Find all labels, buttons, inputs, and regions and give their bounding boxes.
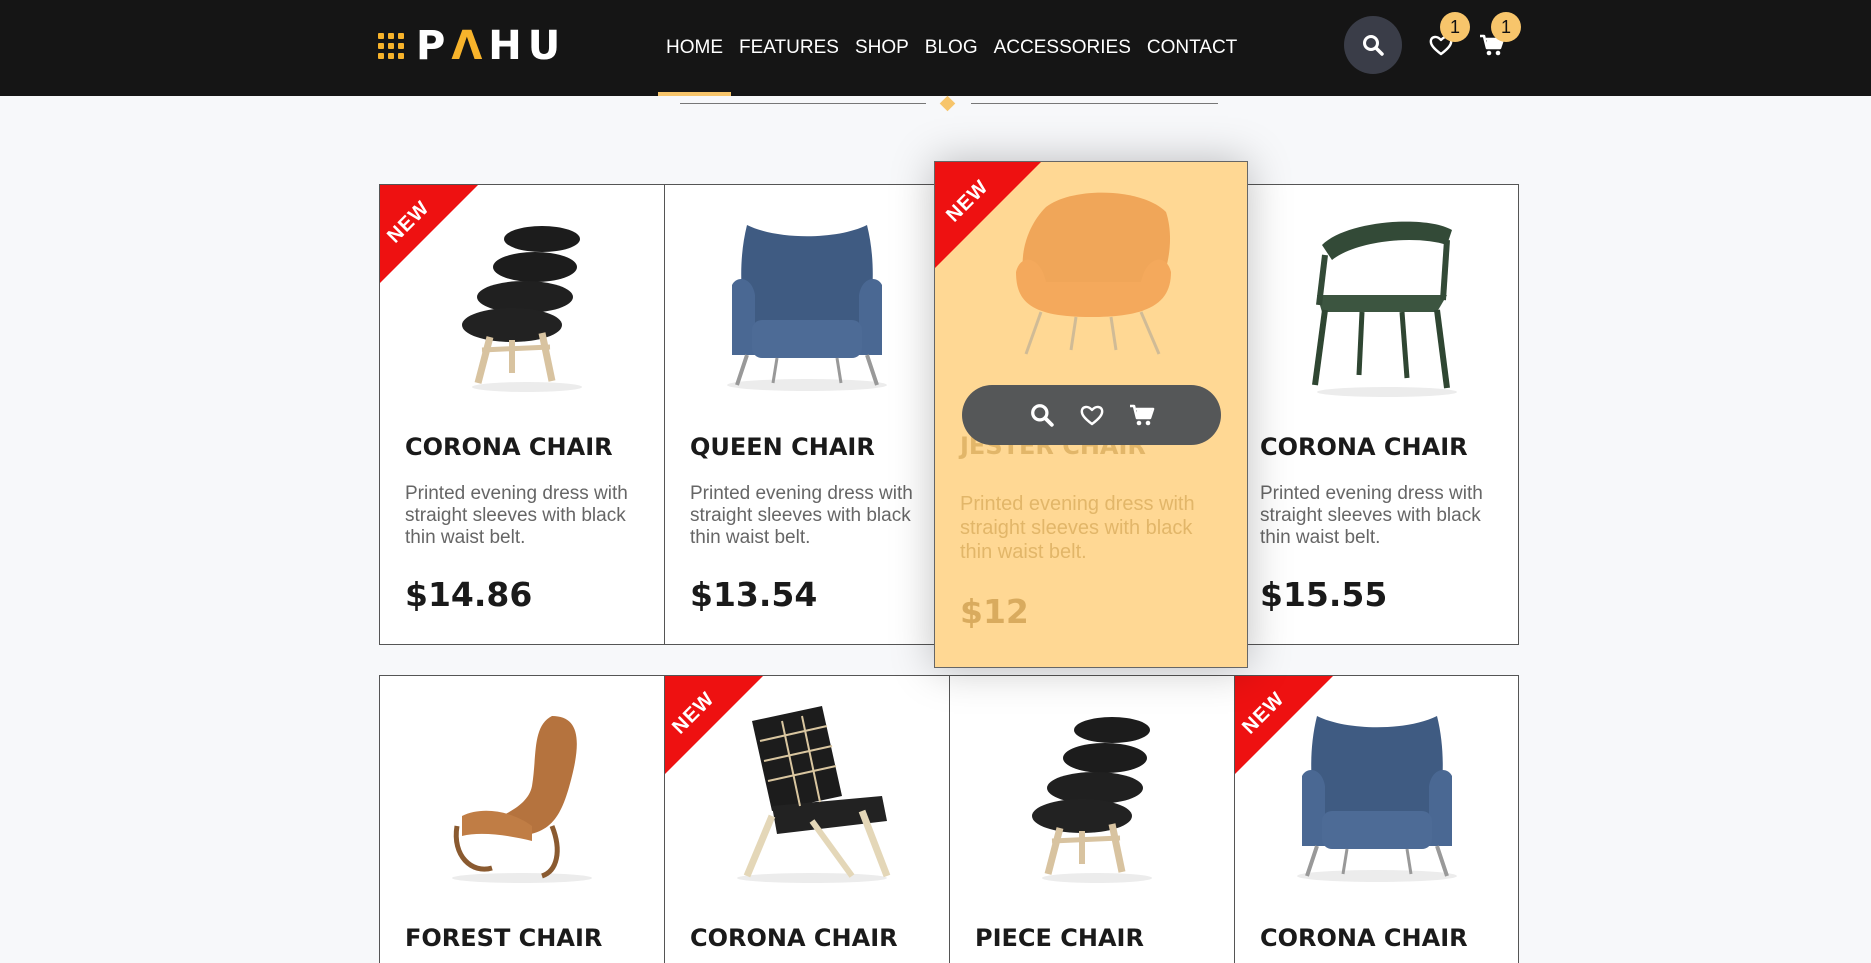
wishlist-button[interactable]: 1: [1426, 12, 1470, 60]
cart-button[interactable]: 1: [1477, 12, 1521, 60]
product-image[interactable]: [1235, 185, 1518, 415]
product-card-hovered[interactable]: NEW JESTER CHAIR Printed evening dress w…: [934, 161, 1248, 668]
divider-diamond: [939, 95, 956, 112]
product-title[interactable]: CORONA CHAIR: [690, 924, 898, 952]
search-icon: [1030, 404, 1054, 427]
brown-leather-lounge-chair-image: [452, 716, 592, 883]
product-title[interactable]: CORONA CHAIR: [1260, 924, 1468, 952]
cart-plus-icon: [1129, 404, 1154, 426]
product-price: $14.86: [405, 575, 533, 614]
nav-features[interactable]: FEATURES: [739, 0, 839, 96]
search-icon: [1363, 35, 1384, 56]
wishlist-count-badge: 1: [1440, 12, 1470, 42]
product-title[interactable]: PIECE CHAIR: [975, 924, 1144, 952]
logo[interactable]: PΛHU: [378, 23, 566, 69]
black-corona-chair-image: [1032, 717, 1152, 883]
divider-line-left: [680, 103, 926, 104]
add-to-cart-button[interactable]: [1117, 390, 1167, 440]
product-card[interactable]: CORONA CHAIR Printed evening dress with …: [1234, 184, 1519, 645]
product-actions: [962, 385, 1221, 445]
product-card[interactable]: QUEEN CHAIR Printed evening dress with s…: [664, 184, 950, 645]
product-description: Printed evening dress with straight slee…: [960, 493, 1195, 563]
add-to-wishlist-button[interactable]: [1067, 390, 1117, 440]
product-image[interactable]: [665, 185, 949, 415]
nav-accessories[interactable]: ACCESSORIES: [994, 0, 1131, 96]
main-nav: HOME FEATURES SHOP BLOG ACCESSORIES CONT…: [658, 0, 1253, 96]
blue-wing-chair-image: [727, 225, 887, 391]
product-card[interactable]: FOREST CHAIR: [379, 675, 665, 963]
logo-text: PΛHU: [416, 23, 567, 69]
nav-blog[interactable]: BLOG: [925, 0, 978, 96]
nav-shop[interactable]: SHOP: [855, 0, 909, 96]
nav-home[interactable]: HOME: [658, 0, 731, 96]
product-price: $13.54: [690, 575, 818, 614]
product-title[interactable]: CORONA CHAIR: [405, 433, 613, 461]
divider-line-right: [971, 103, 1218, 104]
logo-grid-icon: [378, 33, 404, 59]
product-description: Printed evening dress with straight slee…: [405, 483, 628, 548]
product-title[interactable]: QUEEN CHAIR: [690, 433, 875, 461]
product-card[interactable]: NEW CORONA CHAIR: [664, 675, 950, 963]
site-header: PΛHU HOME FEATURES SHOP BLOG ACCESSORIES…: [0, 0, 1871, 96]
search-button[interactable]: [1344, 16, 1402, 74]
product-title[interactable]: CORONA CHAIR: [1260, 433, 1468, 461]
cart-count-badge: 1: [1491, 12, 1521, 42]
nav-contact[interactable]: CONTACT: [1147, 0, 1237, 96]
product-image[interactable]: [950, 676, 1234, 906]
quick-view-button[interactable]: [1017, 390, 1067, 440]
product-price: $12: [960, 592, 1029, 631]
product-card[interactable]: NEW CORONA CHAIR Printed evening dress w…: [379, 184, 665, 645]
product-description: Printed evening dress with straight slee…: [1260, 483, 1483, 548]
heart-icon: [1080, 405, 1103, 426]
green-wood-chair-image: [1311, 221, 1457, 397]
product-card[interactable]: PIECE CHAIR: [949, 675, 1235, 963]
product-image[interactable]: [380, 676, 664, 906]
product-title[interactable]: FOREST CHAIR: [405, 924, 602, 952]
product-price: $15.55: [1260, 575, 1388, 614]
product-card[interactable]: NEW CORONA CHAIR: [1234, 675, 1519, 963]
product-description: Printed evening dress with straight slee…: [690, 483, 913, 548]
